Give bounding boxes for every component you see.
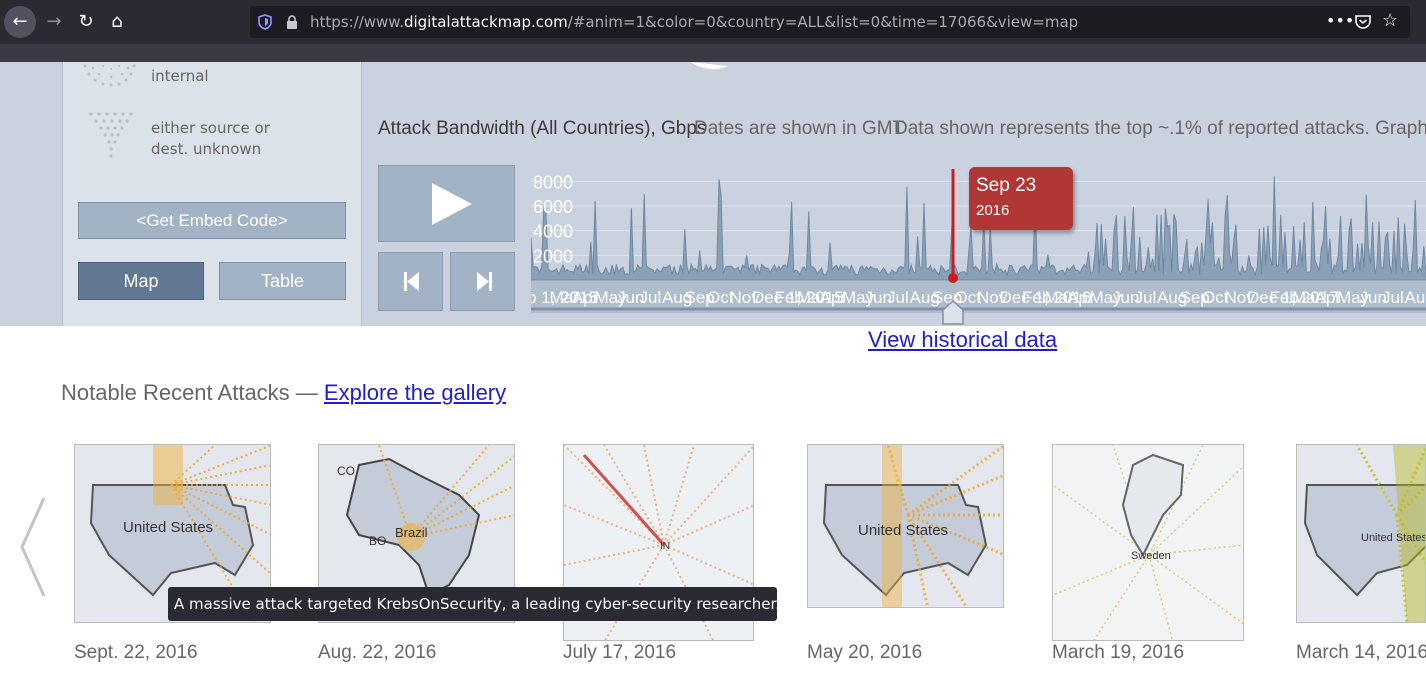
map-control-panel: internal either source or dest. unknown <…: [0, 62, 1426, 326]
thumb-5-map-label: Sweden: [1131, 550, 1171, 562]
x-tick-label: Jul: [1382, 288, 1404, 307]
data-note: Data shown represents the top ~.1% of re…: [894, 118, 1426, 139]
thumb-1-map-label: United States: [123, 519, 213, 536]
pocket-icon[interactable]: [1354, 13, 1372, 31]
step-back-button[interactable]: [378, 252, 443, 311]
unknown-legend-icon: [89, 112, 133, 158]
x-tick-label: Jul: [640, 288, 662, 307]
attack-map-5: Sweden: [1053, 445, 1243, 640]
selected-year: 2016: [976, 202, 1010, 219]
thumb-6-map-label: United States: [1361, 532, 1426, 544]
attack-thumbnail-6[interactable]: United States: [1296, 444, 1426, 623]
x-tick-label: Jul: [1135, 288, 1157, 307]
thumb-2-label-bo: BO: [369, 534, 386, 548]
play-button[interactable]: [378, 165, 515, 242]
thumb-3-map-label: IN: [660, 541, 670, 552]
skip-back-icon: [404, 272, 419, 291]
thumb-2-date: Aug. 22, 2016: [318, 642, 437, 663]
thumb-4-date: May 20, 2016: [807, 642, 923, 663]
address-bar[interactable]: https://www.digitalattackmap.com/#anim=1…: [250, 6, 1410, 38]
thumb-5-date: March 19, 2016: [1052, 642, 1185, 663]
explore-gallery-link[interactable]: Explore the gallery: [324, 380, 506, 405]
url-text[interactable]: https://www.digitalattackmap.com/#anim=1…: [310, 13, 1078, 31]
attack-map-6: United States: [1297, 445, 1426, 622]
thumb-3-date: July 17, 2016: [563, 642, 677, 663]
back-button[interactable]: ←: [4, 6, 36, 38]
skip-forward-icon: [477, 272, 492, 291]
attack-map-4: United States: [808, 445, 1003, 607]
more-dots-icon[interactable]: •••: [1326, 11, 1354, 30]
view-historical-data-link[interactable]: View historical data: [868, 327, 1057, 353]
internal-legend-icon: [83, 64, 136, 87]
notable-heading-text: Notable Recent Attacks: [61, 380, 290, 405]
selected-date-callout: Sep 23 2016: [969, 167, 1073, 230]
bookmark-star-icon[interactable]: ☆: [1382, 10, 1398, 31]
tracking-protection-shield-icon[interactable]: [258, 14, 272, 30]
x-tick-label: Jul: [887, 288, 909, 307]
y-tick-label: 6000: [533, 197, 573, 217]
map-view-button[interactable]: Map: [78, 262, 204, 300]
attack-tooltip: A massive attack targeted KrebsOnSecurit…: [168, 587, 780, 621]
legend-box: internal either source or dest. unknown <…: [62, 62, 362, 326]
lock-icon[interactable]: [286, 15, 298, 29]
gmt-note: Dates are shown in GMT: [694, 118, 905, 139]
map-fragment: [690, 62, 728, 70]
reload-button[interactable]: ↻: [70, 6, 102, 38]
heading-separator: —: [289, 380, 324, 405]
legend-unknown-label: either source or dest. unknown: [151, 119, 270, 158]
thumb-4-map-label: United States: [858, 522, 948, 539]
thumb-2-label-co: CO: [337, 464, 355, 478]
browser-toolbar: ← → ↻ ⌂ https://www.digitalattackmap.com…: [0, 0, 1426, 62]
gallery-prev-arrow-icon[interactable]: [18, 496, 48, 598]
y-tick-label: 2000: [533, 246, 573, 266]
timeline-handle[interactable]: [941, 300, 965, 326]
y-tick-label: 8000: [533, 172, 573, 192]
toolbar-divider: [0, 44, 1426, 62]
table-view-button[interactable]: Table: [219, 262, 346, 300]
step-forward-button[interactable]: [450, 252, 515, 311]
notable-attacks-heading: Notable Recent Attacks — Explore the gal…: [61, 380, 506, 406]
forward-button[interactable]: →: [38, 6, 70, 38]
legend-internal-label: internal: [151, 67, 209, 85]
thumb-2-map-label: Brazil: [395, 525, 428, 540]
thumb-6-date: March 14, 2016: [1296, 642, 1426, 663]
chart-title: Attack Bandwidth (All Countries), Gbps: [378, 118, 707, 139]
get-embed-code-button[interactable]: <Get Embed Code>: [78, 202, 346, 239]
attack-thumbnail-4[interactable]: United States: [807, 444, 1004, 608]
thumb-1-date: Sept. 22, 2016: [74, 642, 198, 663]
y-tick-label: 4000: [533, 222, 573, 242]
x-tick-label: Aug: [1405, 288, 1426, 307]
play-icon: [432, 183, 472, 225]
home-button[interactable]: ⌂: [101, 6, 133, 38]
time-cursor-dot[interactable]: [948, 273, 958, 283]
selected-date: Sep 23: [976, 175, 1037, 196]
attack-thumbnail-5[interactable]: Sweden: [1052, 444, 1244, 641]
